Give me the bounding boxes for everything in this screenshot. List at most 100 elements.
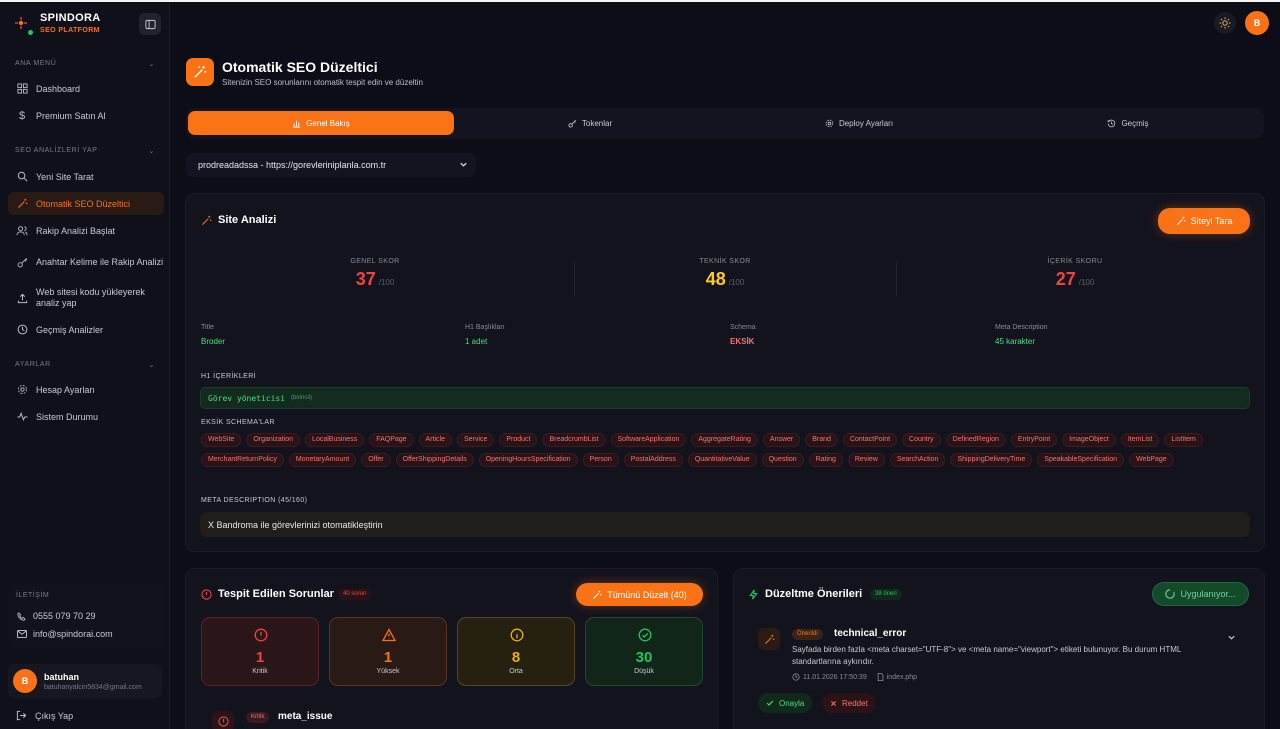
logout-button[interactable]: Çıkış Yap [16,710,73,721]
wand-icon [201,215,212,226]
tab-gecmis[interactable]: Geçmiş [995,111,1261,135]
schema-tag: MonetaryAmount [288,453,357,467]
meta-desc-section-title: META DESCRIPTION (45/160) [201,497,308,504]
fix-all-button[interactable]: Tümünü Düzelt (40) [576,583,703,606]
tab-deploy-ayarlari[interactable]: Deploy Ayarları [726,111,992,135]
wand-icon [1176,216,1186,226]
nav-ana-menu: Dashboard $ Premium Satın Al [8,77,164,131]
sidebar-item-otomatik-seo[interactable]: Otomatik SEO Düzeltici [8,192,164,215]
section-seo-analizleri[interactable]: SEO ANALİZLERİ YAP ⌄ [15,147,155,155]
sidebar-item-label: Otomatik SEO Düzeltici [36,198,131,209]
sidebar-item-label: Dashboard [36,83,81,94]
contact-email[interactable]: info@spindorai.com [17,629,113,639]
severity-high[interactable]: 1 Yüksek [329,617,447,686]
button-label: Tümünü Düzelt (40) [607,589,687,600]
section-ana-menu[interactable]: ANA MENÜ ⌄ [15,60,155,68]
user-card[interactable]: B batuhan batuhanyalcin5834@gmail.com [8,664,162,698]
score-max: /100 [728,278,745,287]
severity-low[interactable]: 30 Düşük [585,617,703,686]
sidebar-item-gecmis-analizler[interactable]: Geçmiş Analizler [8,318,164,341]
reject-button[interactable]: Reddet [822,693,876,713]
meta-value: 1 adet [465,337,488,346]
sidebar-toggle-icon [144,19,156,29]
score-value: 37/100 [200,269,550,290]
expand-suggestion-button[interactable] [1222,628,1240,646]
brand[interactable]: SPINDORA SEO PLATFORM [14,12,101,35]
meta-key: Schema [730,324,756,331]
severity-critical[interactable]: 1 Kritik [201,617,319,686]
sidebar-item-label: Yeni Site Tarat [36,171,94,182]
section-ayarlar[interactable]: AYARLAR ⌄ [15,361,155,369]
score-max: /100 [1078,278,1095,287]
issue-type: meta_issue [278,711,333,722]
brand-name: SPINDORA [40,12,101,24]
suggestion-wand-icon [758,628,780,650]
site-analysis-card [185,193,1265,552]
schema-tag: SoftwareApplication [610,433,687,447]
sidebar-item-anahtar-kelime[interactable]: Anahtar Kelime ile Rakip Analizi [8,246,164,278]
activity-icon [16,411,28,423]
applying-button[interactable]: Uygulanıyor... [1152,582,1249,606]
schema-tag: OfferShippingDetails [395,453,474,467]
chevron-down-icon [1227,635,1235,640]
button-label: Uygulanıyor... [1180,589,1236,599]
issue-severity-badge: Kritik [246,712,270,723]
meta-value: 45 karakter [995,337,1036,346]
sidebar-item-premium[interactable]: $ Premium Satın Al [8,104,164,127]
site-select-value: prodreadadssa - https://gorevleriniplanl… [198,160,387,170]
schema-tag: Country [902,433,941,447]
tab-tokenlar[interactable]: Tokenlar [457,111,723,135]
suggestions-title: Düzeltme Önerileri [748,588,862,600]
sidebar-item-label: Sistem Durumu [36,411,99,422]
schema-tag: FAQPage [369,433,414,447]
severity-label: Orta [509,668,523,675]
schema-tag: QuantitativeValue [687,453,757,467]
meta-key: Title [201,324,214,331]
upload-icon [16,292,28,304]
sidebar-item-yeni-site-tarat[interactable]: Yeni Site Tarat [8,165,164,188]
missing-schema-list: WebSite Organization LocalBusiness FAQPage A… [201,433,1253,473]
schema-section-title: EKSİK SCHEMA'LAR [201,419,275,426]
score-teknik: TEKNİK SKOR 48/100 [550,258,900,290]
suggestion-file: index.php [886,673,918,681]
section-title: AYARLAR [15,361,51,368]
tab-label: Geçmiş [1121,118,1149,128]
tab-label: Deploy Ayarları [838,118,894,128]
sun-icon [1219,17,1231,29]
schema-tag: EntryPoint [1010,433,1058,447]
user-email: batuhanyalcin5834@gmail.com [44,683,142,691]
close-icon [830,700,837,707]
contact-email-text: info@spindorai.com [33,629,113,639]
tab-genel-bakis[interactable]: Genel Bakış [188,111,454,135]
theme-toggle-button[interactable] [1214,12,1236,34]
header-avatar[interactable]: B [1245,11,1269,35]
sidebar-item-rakip-analizi[interactable]: Rakip Analizi Başlat [8,219,164,242]
schema-tag: SpeakableSpecification [1037,453,1125,467]
chevron-down-icon [459,160,468,169]
suggestion-meta: 11.01.2026 17:50:39 index.php [792,673,917,681]
scan-site-button[interactable]: Siteyi Tara [1158,208,1250,234]
check-circle-icon [638,628,652,642]
score-value: 48/100 [550,269,900,290]
schema-tag: Question [761,453,804,467]
sidebar-item-label: Geçmiş Analizler [36,324,104,335]
schema-tag: ImageObject [1062,433,1116,447]
check-icon [766,699,774,707]
contact-phone[interactable]: 0555 079 70 29 [17,611,96,621]
warning-triangle-icon [382,628,396,642]
logout-icon [16,710,27,721]
score-label: GENEL SKOR [350,258,400,265]
issue-item[interactable]: Kritik meta_issue [212,711,702,729]
sidebar: SPINDORA SEO PLATFORM ANA MENÜ ⌄ Dashboar… [0,4,170,729]
schema-tag: ListItem [1164,433,1203,447]
sidebar-collapse-button[interactable] [139,13,161,35]
site-select[interactable]: prodreadadssa - https://gorevleriniplanl… [186,153,476,177]
severity-medium[interactable]: 8 Orta [457,617,575,686]
approve-button[interactable]: Onayla [758,693,813,713]
score-label: İÇERİK SKORU [1047,258,1103,265]
sidebar-item-kod-yukle[interactable]: Web sitesi kodu yükleyerek analiz yap [8,282,164,314]
sidebar-item-sistem-durumu[interactable]: Sistem Durumu [8,405,164,428]
schema-tag: MerchantReturnPolicy [201,453,284,467]
sidebar-item-dashboard[interactable]: Dashboard [8,77,164,100]
sidebar-item-hesap-ayarlari[interactable]: Hesap Ayarları [8,378,164,401]
